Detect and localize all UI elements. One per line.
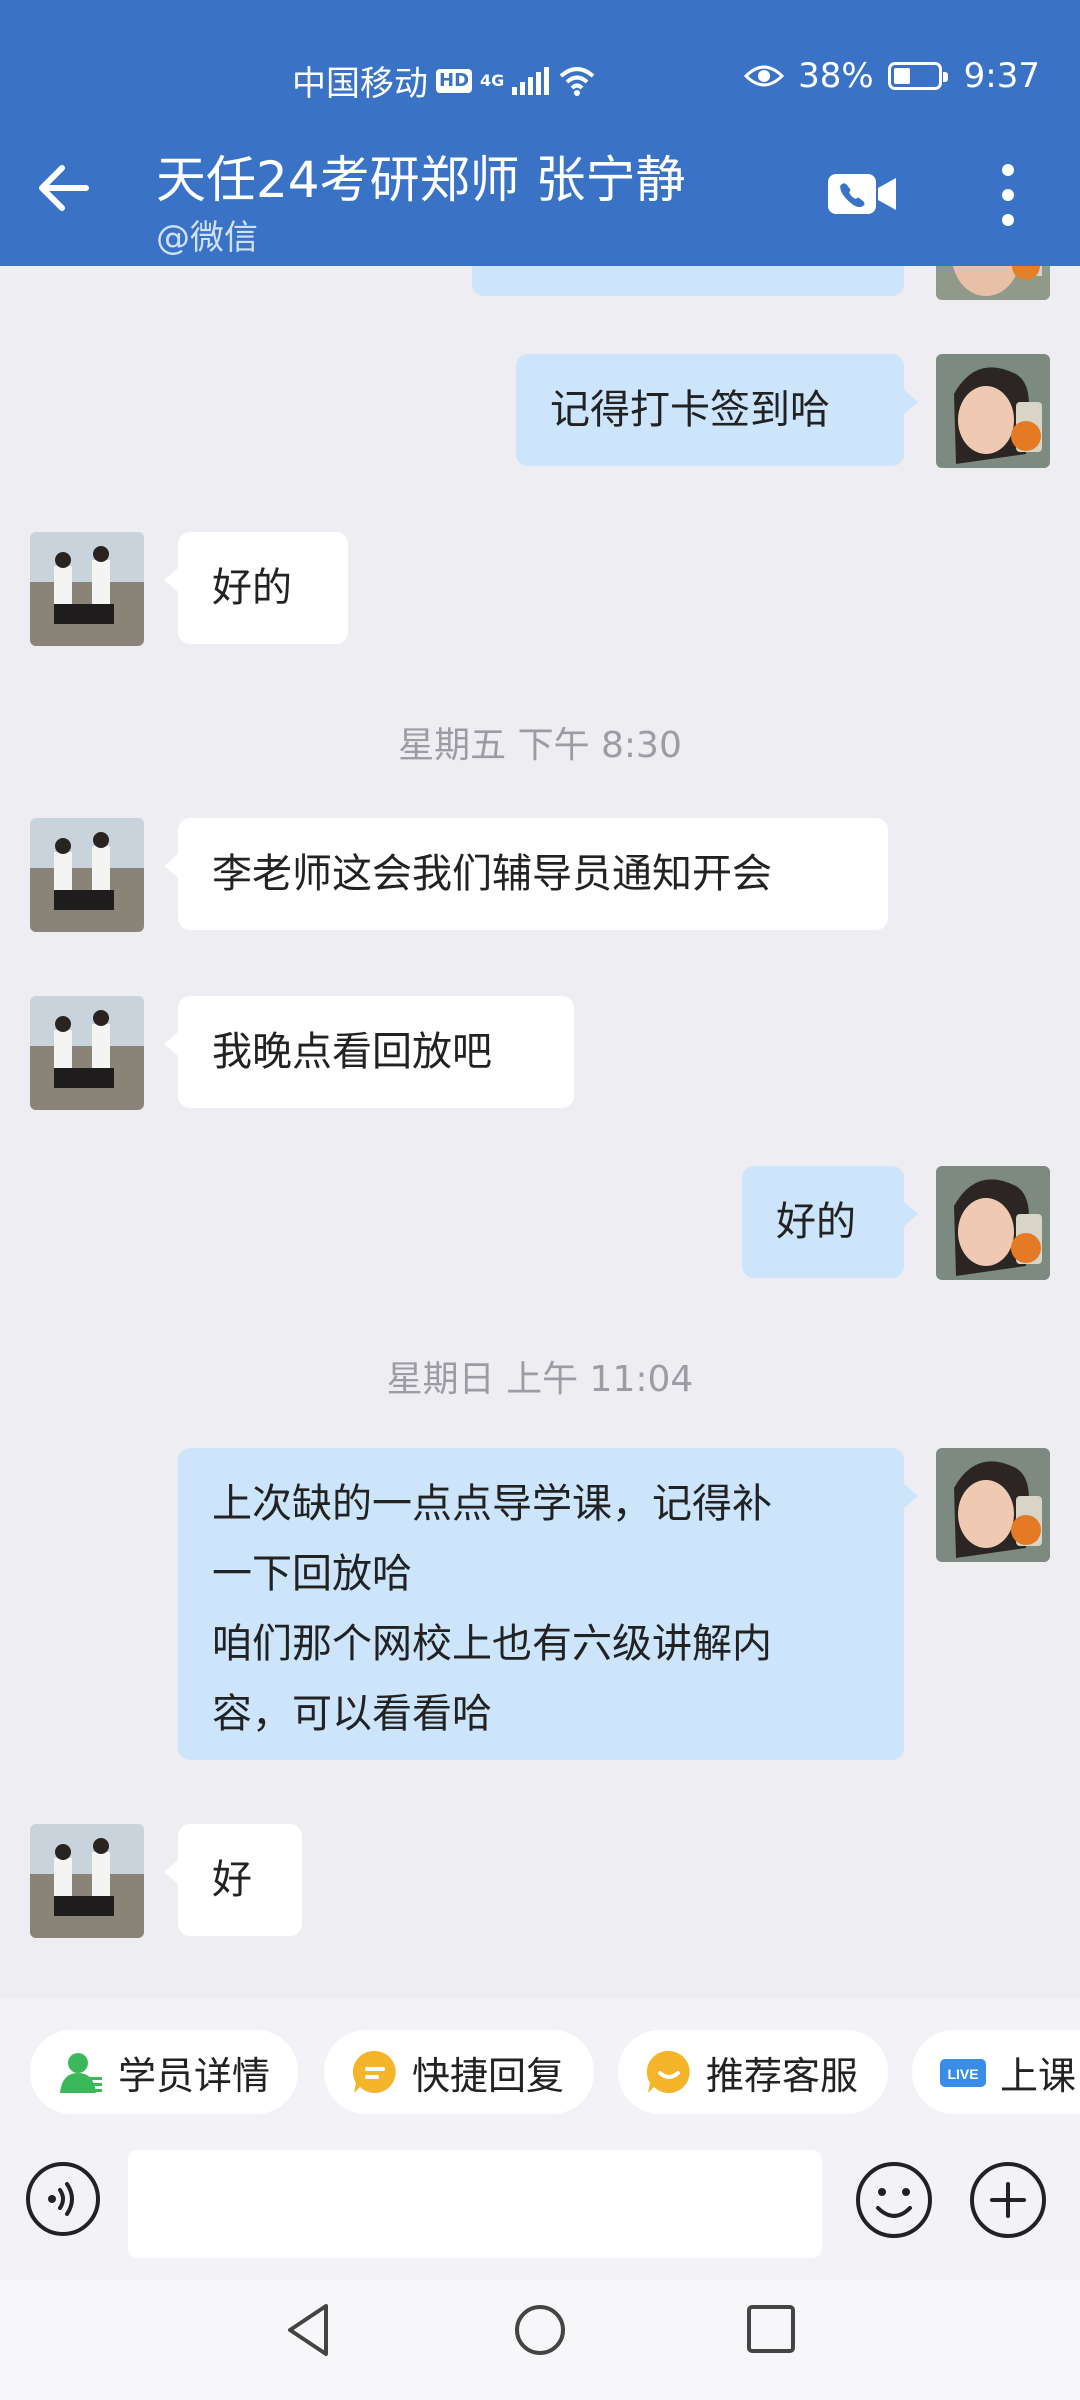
avatar-self[interactable] bbox=[936, 1448, 1050, 1562]
message-line: 一下回放哈 bbox=[212, 1551, 412, 1597]
network-type: 4G bbox=[480, 70, 505, 90]
nav-recent-apps-icon[interactable] bbox=[744, 2302, 798, 2356]
quick-reply-button[interactable]: 快捷回复 bbox=[324, 2030, 594, 2114]
live-class-button[interactable]: LIVE 上课 bbox=[912, 2030, 1080, 2114]
avatar-self[interactable] bbox=[936, 266, 1050, 300]
signal-icon bbox=[512, 66, 550, 95]
service-icon bbox=[646, 2050, 690, 2093]
message-bubble-incoming[interactable]: 我晚点看回放吧 bbox=[164, 996, 574, 1108]
message-line: 咱们那个网校上也有六级讲解内 bbox=[212, 1621, 772, 1667]
avatar-contact[interactable] bbox=[30, 1824, 144, 1938]
user-icon bbox=[59, 2053, 102, 2093]
live-badge: LIVE bbox=[947, 2066, 978, 2082]
message-list[interactable]: 记得打卡签到哈 好的 星期五 下午 8:30 李老师这会我们辅导员通知开会 我晚… bbox=[0, 266, 1080, 1996]
quick-actions-bar[interactable]: 学员详情 快捷回复 推荐客服 LIVE 上课 bbox=[0, 1998, 1080, 2140]
avatar-contact[interactable] bbox=[30, 996, 144, 1110]
plus-icon[interactable] bbox=[968, 2160, 1048, 2240]
wifi-icon bbox=[559, 66, 595, 96]
message-bubble-outgoing[interactable]: 上次缺的一点点导学课，记得补 一下回放哈 咱们那个网校上也有六级讲解内 容，可以… bbox=[178, 1448, 918, 1760]
message-timestamp: 星期五 下午 8:30 bbox=[398, 725, 682, 766]
message-bubble-incoming[interactable]: 李老师这会我们辅导员通知开会 bbox=[164, 818, 888, 930]
nav-back-icon[interactable] bbox=[280, 2300, 336, 2360]
avatar-contact[interactable] bbox=[30, 818, 144, 932]
eye-icon bbox=[744, 65, 785, 87]
avatar-contact[interactable] bbox=[30, 532, 144, 646]
reply-icon bbox=[352, 2050, 396, 2093]
message-bubble-outgoing[interactable]: 记得打卡签到哈 bbox=[516, 354, 918, 466]
emoji-icon[interactable] bbox=[854, 2160, 934, 2240]
carrier-name: 中国移动 bbox=[292, 64, 428, 104]
message-bubble-incoming[interactable]: 好 bbox=[164, 1824, 302, 1936]
student-details-button[interactable]: 学员详情 bbox=[30, 2030, 298, 2114]
more-options-icon[interactable] bbox=[990, 160, 1026, 230]
live-icon: LIVE bbox=[940, 2059, 986, 2087]
chat-title: 天任24考研郑师 张宁静 bbox=[156, 151, 686, 209]
message-input[interactable] bbox=[128, 2150, 822, 2258]
message-bubble-incoming[interactable]: 好的 bbox=[164, 532, 348, 644]
message-bubble-outgoing[interactable]: 好的 bbox=[742, 1166, 918, 1278]
chip-label: 上课 bbox=[1000, 2053, 1077, 2098]
chat-subtitle: @微信 bbox=[156, 218, 258, 258]
battery-icon bbox=[887, 62, 948, 90]
battery-percent: 38% bbox=[798, 56, 874, 96]
chat-header: 中国移动 HD 4G 38% 9:37 天任24考研郑师 张宁静 @微信 bbox=[0, 0, 1080, 266]
chip-label: 学员详情 bbox=[117, 2053, 270, 2098]
message-line: 容，可以看看哈 bbox=[212, 1691, 492, 1737]
video-call-icon[interactable] bbox=[826, 168, 898, 220]
input-bar bbox=[0, 2140, 1080, 2280]
chip-label: 快捷回复 bbox=[412, 2053, 565, 2098]
message-bubble-partial bbox=[472, 266, 904, 296]
hd-badge: HD bbox=[436, 68, 473, 93]
system-navigation-bar bbox=[0, 2280, 1080, 2400]
nav-home-icon[interactable] bbox=[512, 2300, 568, 2360]
status-bar-right: 38% 9:37 bbox=[744, 56, 1040, 96]
back-arrow-icon[interactable] bbox=[36, 160, 92, 216]
status-bar-left: 中国移动 HD 4G bbox=[292, 56, 597, 105]
voice-input-icon[interactable] bbox=[24, 2160, 102, 2238]
avatar-self[interactable] bbox=[936, 1166, 1050, 1280]
recommend-service-button[interactable]: 推荐客服 bbox=[618, 2030, 888, 2114]
clock: 9:37 bbox=[963, 56, 1040, 96]
message-line: 上次缺的一点点导学课，记得补 bbox=[212, 1481, 772, 1527]
chip-label: 推荐客服 bbox=[706, 2053, 859, 2098]
message-timestamp: 星期日 上午 11:04 bbox=[386, 1359, 694, 1400]
avatar-self[interactable] bbox=[936, 354, 1050, 468]
